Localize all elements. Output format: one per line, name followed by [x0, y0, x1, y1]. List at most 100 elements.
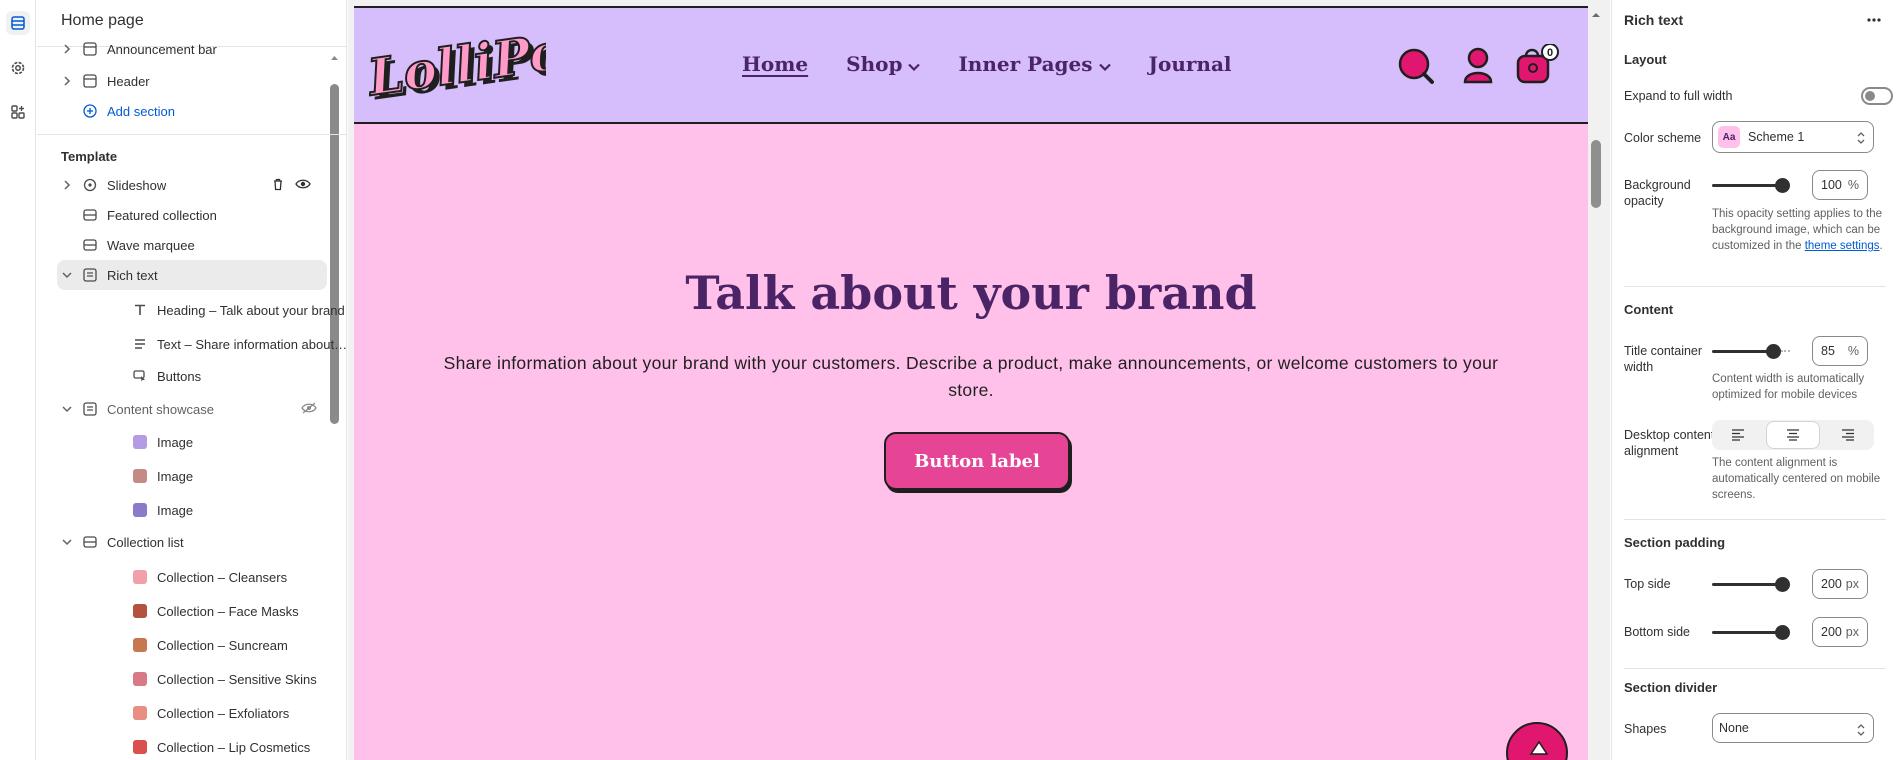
block-image[interactable]: Image: [131, 462, 346, 490]
chevron-down-icon[interactable]: [59, 401, 75, 417]
slider-knob[interactable]: [1765, 344, 1781, 359]
section-featured-collection[interactable]: Featured collection: [57, 201, 327, 229]
block-collection[interactable]: Collection – Lip Cosmetics: [131, 733, 346, 760]
block-type: Heading: [157, 302, 206, 318]
eye-icon[interactable]: [295, 177, 311, 194]
nav-item-journal[interactable]: Journal: [1149, 52, 1232, 76]
text-lines-icon: [131, 335, 149, 353]
expand-full-width-label: Expand to full width: [1624, 89, 1733, 103]
block-label: Collection – Sensitive Skins: [157, 672, 317, 687]
slider-knob[interactable]: [1775, 178, 1790, 193]
sections-sidebar: Home page Announcement bar Header Add se…: [37, 0, 347, 760]
block-heading[interactable]: Heading – Talk about your brand: [131, 296, 346, 324]
title-width-slider[interactable]: [1712, 343, 1790, 359]
nav-item-inner-pages[interactable]: Inner Pages: [958, 52, 1111, 76]
block-collection[interactable]: Collection – Suncream: [131, 631, 346, 659]
block-collection[interactable]: Collection – Cleansers: [131, 563, 346, 591]
image-thumbnail: [133, 503, 147, 517]
chevron-down-icon[interactable]: [59, 267, 75, 283]
rich-text-heading: Talk about your brand: [685, 266, 1257, 320]
align-right-icon: [1841, 429, 1854, 441]
chevron-down-icon: [908, 52, 921, 76]
section-content-showcase[interactable]: Content showcase: [57, 395, 327, 423]
chevron-down-icon[interactable]: [59, 534, 75, 550]
add-section-button[interactable]: Add section: [57, 97, 327, 125]
divider: [37, 134, 346, 135]
trash-icon[interactable]: [271, 177, 285, 194]
separator: –: [217, 705, 225, 721]
block-collection[interactable]: Collection – Exfoliators: [131, 699, 346, 727]
chevron-right-icon[interactable]: [59, 73, 75, 89]
scheme-swatch: Aa: [1718, 126, 1740, 148]
sections-icon[interactable]: [6, 11, 30, 35]
divider: [1624, 519, 1886, 520]
collection-thumbnail: [133, 570, 147, 584]
shapes-select[interactable]: None: [1712, 713, 1874, 743]
block-image[interactable]: Image: [131, 428, 346, 456]
scroll-to-top-button[interactable]: [1506, 722, 1568, 760]
search-icon[interactable]: [1398, 48, 1434, 84]
eye-hidden-icon[interactable]: [301, 401, 317, 418]
section-rich-text[interactable]: Rich text: [57, 260, 327, 290]
slider-knob[interactable]: [1775, 577, 1790, 592]
scroll-up-arrow-icon[interactable]: [1591, 8, 1601, 18]
block-collection[interactable]: Collection – Face Masks: [131, 597, 346, 625]
block-label: Collection – Cleansers: [157, 570, 287, 585]
bg-opacity-input[interactable]: 100%: [1812, 170, 1868, 200]
align-right-button[interactable]: [1821, 420, 1874, 450]
top-side-label: Top side: [1624, 577, 1671, 591]
separator: –: [217, 569, 225, 585]
unit: %: [1847, 344, 1859, 358]
cart-bag-icon[interactable]: 0: [1516, 43, 1559, 84]
preview-scrollbar[interactable]: [1591, 140, 1601, 208]
block-label: Text – Share information about y...: [157, 336, 347, 352]
scroll-up-arrow-icon[interactable]: [330, 50, 339, 60]
select-arrows-icon: [1857, 131, 1865, 148]
nav-item-shop[interactable]: Shop: [846, 52, 921, 76]
chevron-right-icon[interactable]: [59, 177, 75, 193]
bottom-padding-input[interactable]: 200 px: [1812, 617, 1868, 647]
section-label: Collection list: [107, 534, 184, 550]
bg-opacity-slider[interactable]: [1712, 177, 1790, 193]
color-scheme-select[interactable]: Aa Scheme 1: [1712, 121, 1874, 153]
page-title: Home page: [61, 12, 144, 29]
more-options-icon[interactable]: [1866, 12, 1882, 31]
select-value: Scheme 1: [1748, 130, 1805, 144]
slider-knob[interactable]: [1775, 625, 1790, 640]
account-icon[interactable]: [1463, 47, 1493, 84]
apps-icon[interactable]: [6, 100, 30, 124]
chevron-right-icon[interactable]: [59, 41, 75, 57]
settings-gear-icon[interactable]: [6, 56, 30, 80]
block-detail: Share information about y...: [195, 336, 347, 352]
plus-circle-icon: [81, 102, 99, 120]
lollipop-logo[interactable]: LolliPop LolliPop: [362, 16, 606, 115]
title-width-input[interactable]: 85%: [1812, 336, 1868, 366]
separator: –: [217, 603, 225, 619]
select-arrows-icon: [1857, 723, 1865, 740]
section-announcement-bar[interactable]: Announcement bar: [57, 36, 327, 62]
input-value: 200: [1821, 625, 1842, 639]
top-padding-slider[interactable]: [1712, 576, 1790, 592]
unit: px: [1845, 625, 1859, 639]
block-collection[interactable]: Collection – Sensitive Skins: [131, 665, 346, 693]
expand-full-width-toggle[interactable]: [1861, 87, 1893, 105]
rich-text-button[interactable]: Button label: [884, 432, 1070, 490]
section-collection-list[interactable]: Collection list: [57, 528, 327, 556]
storefront-preview[interactable]: LolliPop LolliPop Home Shop Inner Pages …: [354, 6, 1588, 760]
bottom-padding-slider[interactable]: [1712, 624, 1790, 640]
block-text[interactable]: Text – Share information about y...: [131, 330, 347, 358]
block-detail: Exfoliators: [228, 705, 290, 721]
top-padding-input[interactable]: 200 px: [1812, 569, 1868, 599]
nav-item-home[interactable]: Home: [742, 52, 808, 76]
block-type: Collection: [157, 739, 215, 755]
block-buttons[interactable]: Buttons: [131, 362, 346, 390]
block-image[interactable]: Image: [131, 496, 346, 524]
block-type: Collection: [157, 569, 215, 585]
theme-settings-link[interactable]: theme settings: [1805, 240, 1880, 252]
align-center-button[interactable]: [1766, 422, 1820, 448]
section-header[interactable]: Header: [57, 67, 327, 95]
title-width-label: Title container width: [1624, 344, 1703, 374]
section-slideshow[interactable]: Slideshow: [57, 171, 327, 199]
section-wave-marquee[interactable]: Wave marquee: [57, 231, 327, 259]
align-left-button[interactable]: [1712, 420, 1765, 450]
